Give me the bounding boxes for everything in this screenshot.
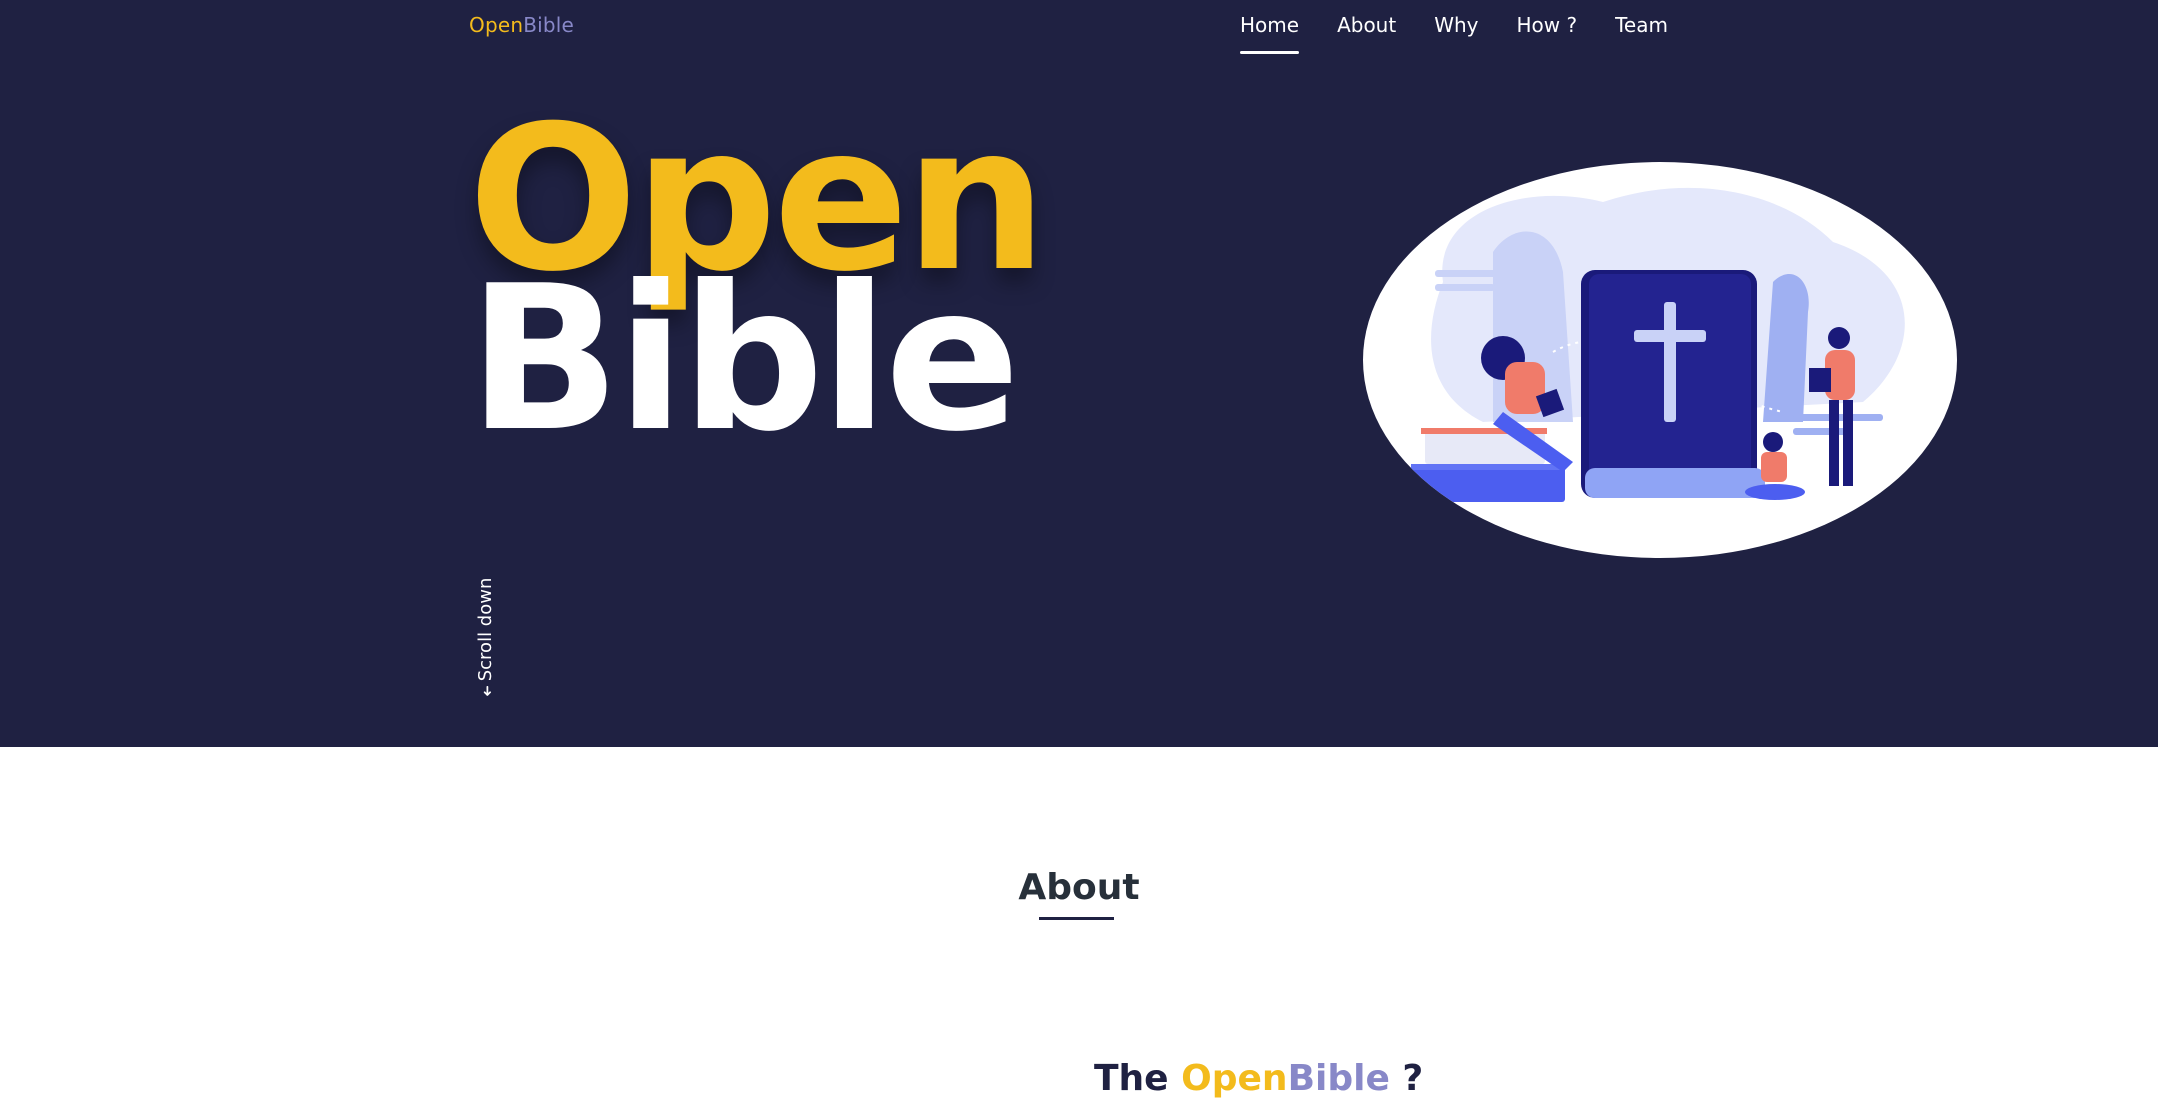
scroll-down-label: Scroll down xyxy=(475,577,496,682)
logo-open-text: Open xyxy=(469,13,524,37)
scroll-down-link[interactable]: ➜ Scroll down xyxy=(475,578,496,697)
nav-how[interactable]: How ? xyxy=(1517,0,1578,56)
hero-title-bible: Bible xyxy=(468,243,1020,476)
bible-illustration xyxy=(1363,162,1957,558)
arrow-down-icon: ➜ xyxy=(479,685,495,697)
about-subheading: The OpenBible ? xyxy=(1094,1058,1423,1099)
site-logo[interactable]: OpenBible xyxy=(469,13,574,37)
logo-bible-text: Bible xyxy=(523,13,575,37)
about-heading: About xyxy=(1018,867,1140,908)
nav-team[interactable]: Team xyxy=(1615,0,1668,56)
main-nav: Home About Why How ? Team xyxy=(1240,0,1706,56)
nav-home[interactable]: Home xyxy=(1240,0,1300,56)
about-subheading-bible: Bible xyxy=(1287,1058,1390,1099)
about-subheading-prefix: The xyxy=(1094,1058,1182,1099)
nav-about[interactable]: About xyxy=(1337,0,1396,56)
about-subheading-open: Open xyxy=(1181,1058,1288,1099)
about-underline xyxy=(1039,917,1114,920)
about-subheading-suffix: ? xyxy=(1389,1058,1424,1099)
hero-title: Open Bible xyxy=(468,100,1047,476)
nav-why[interactable]: Why xyxy=(1434,0,1478,56)
hero-section: OpenBible Home About Why How ? Team Open… xyxy=(0,0,2158,747)
